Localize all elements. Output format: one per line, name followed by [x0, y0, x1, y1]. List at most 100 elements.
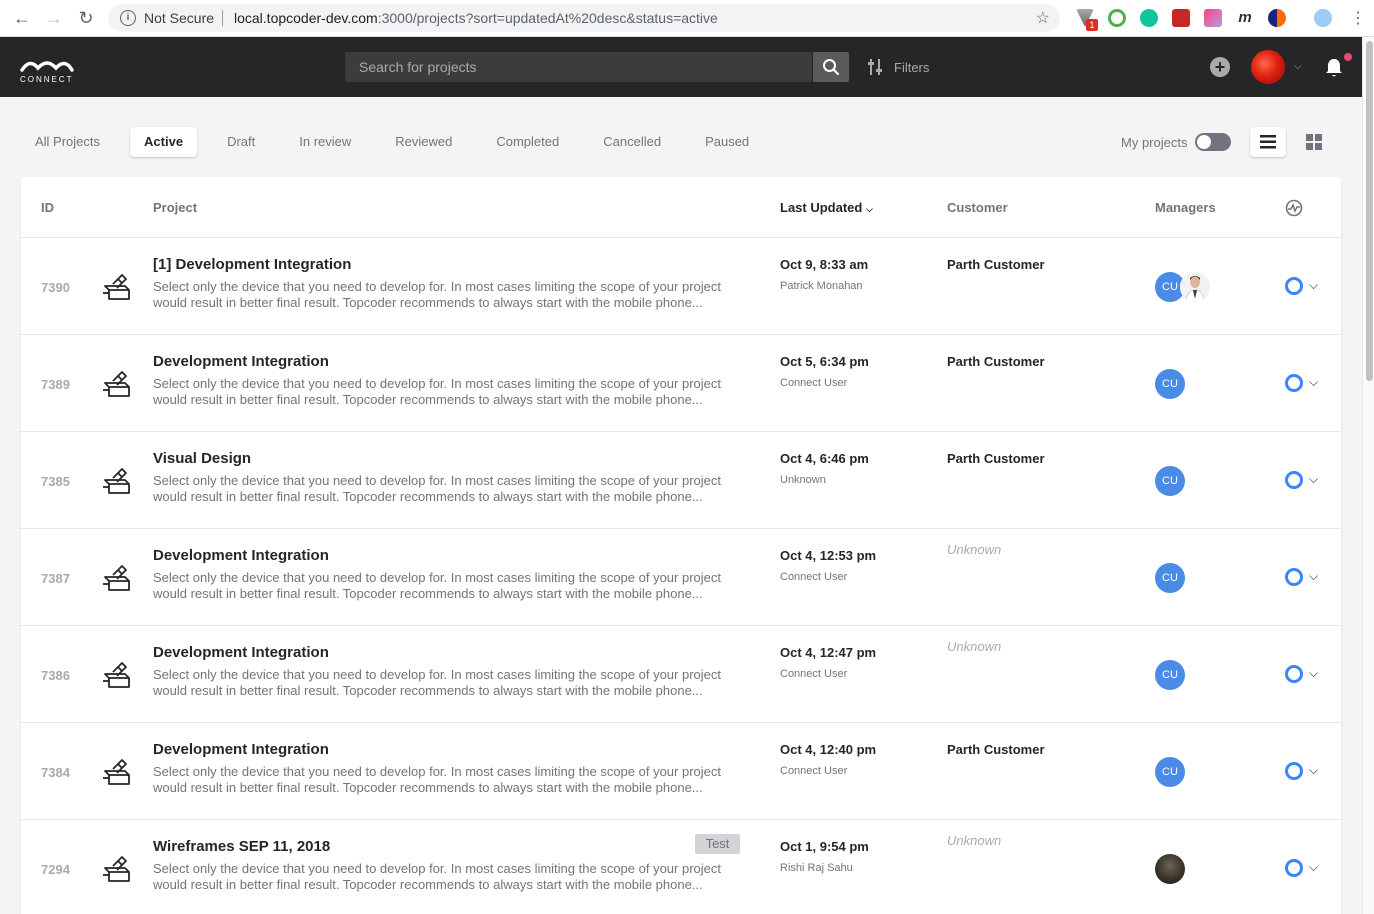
toggle-knob — [1197, 135, 1211, 149]
chevron-down-icon[interactable]: ⌵ — [1309, 666, 1318, 681]
extension-m-icon[interactable]: m — [1236, 9, 1254, 27]
project-icon — [101, 561, 133, 593]
tab-in-review[interactable]: In review — [285, 127, 365, 157]
last-updated-date: Oct 4, 6:46 pm — [780, 451, 869, 466]
status-circle-icon[interactable] — [1285, 374, 1303, 392]
scrollbar-thumb[interactable] — [1366, 41, 1373, 381]
customer-name: Parth Customer — [947, 451, 1045, 466]
list-view-icon — [1260, 135, 1276, 149]
notification-bell-icon[interactable] — [1325, 58, 1343, 78]
tab-reviewed[interactable]: Reviewed — [381, 127, 466, 157]
chevron-down-icon[interactable]: ⌵ — [1294, 61, 1302, 72]
grammarly-icon[interactable] — [1140, 9, 1158, 27]
grid-view-button[interactable] — [1300, 127, 1328, 157]
project-icon — [101, 658, 133, 690]
last-updated-date: Oct 5, 6:34 pm — [780, 354, 869, 369]
extension-circle-icon[interactable] — [1268, 9, 1286, 27]
chevron-down-icon[interactable]: ⌵ — [1309, 569, 1318, 584]
chevron-down-icon[interactable]: ⌵ — [1309, 375, 1318, 390]
chevron-down-icon[interactable]: ⌵ — [1309, 472, 1318, 487]
project-id: 7384 — [41, 765, 70, 780]
page-scrollbar[interactable] — [1362, 37, 1374, 914]
chevron-down-icon[interactable]: ⌵ — [1309, 860, 1318, 875]
search-button[interactable] — [813, 52, 849, 82]
status-circle-icon[interactable] — [1285, 277, 1303, 295]
project-title[interactable]: Development Integration — [153, 353, 329, 370]
sort-chevron-down-icon: ⌵ — [865, 204, 873, 214]
last-updated-user: Patrick Monahan — [780, 280, 863, 292]
profile-icon[interactable] — [1314, 9, 1332, 27]
tab-active[interactable]: Active — [130, 127, 198, 157]
table-row[interactable]: 7386 Development Integration Select only t… — [21, 626, 1341, 723]
manager-avatar[interactable]: CU — [1155, 563, 1185, 593]
project-icon — [101, 852, 133, 884]
user-avatar[interactable] — [1251, 50, 1285, 84]
manager-avatar[interactable]: CU — [1155, 369, 1185, 399]
chevron-down-icon[interactable]: ⌵ — [1309, 763, 1318, 778]
back-icon[interactable]: ← — [12, 8, 32, 28]
project-description: Select only the device that you need to … — [153, 376, 721, 407]
status-circle-icon[interactable] — [1285, 568, 1303, 586]
info-icon[interactable]: i — [120, 10, 136, 26]
status-column-icon[interactable] — [1285, 199, 1303, 217]
status-circle-icon[interactable] — [1285, 471, 1303, 489]
table-row[interactable]: 7384 Development Integration Select only t… — [21, 723, 1341, 820]
last-updated-user: Connect User — [780, 571, 848, 583]
menu-kebab-icon[interactable]: ⋮ — [1348, 8, 1368, 28]
table-row[interactable]: 7387 Development Integration Select only t… — [21, 529, 1341, 626]
column-header-customer[interactable]: Customer — [947, 200, 1008, 215]
project-title[interactable]: Visual Design — [153, 450, 251, 467]
extension-badge: 1 — [1086, 19, 1098, 31]
extension-pink-icon[interactable] — [1204, 9, 1222, 27]
search-field[interactable] — [345, 52, 812, 82]
project-type-icon — [103, 759, 130, 785]
project-type-icon — [103, 565, 130, 591]
table-row[interactable]: 7294 Wireframes SEP 11, 2018 Select only t… — [21, 820, 1341, 914]
new-project-plus-icon[interactable]: + — [1210, 57, 1230, 77]
column-header-id[interactable]: ID — [41, 200, 54, 215]
extension-target-icon[interactable] — [1108, 9, 1126, 27]
column-header-managers[interactable]: Managers — [1155, 200, 1216, 215]
address-bar[interactable]: i Not Secure local.topcoder-dev.com:3000… — [108, 4, 1060, 32]
project-title[interactable]: [1] Development Integration — [153, 256, 351, 273]
reload-icon[interactable]: ↻ — [76, 8, 96, 28]
project-title[interactable]: Development Integration — [153, 741, 329, 758]
last-updated-user: Connect User — [780, 377, 848, 389]
forward-icon[interactable]: → — [44, 8, 64, 28]
project-description: Select only the device that you need to … — [153, 279, 721, 310]
status-circle-icon[interactable] — [1285, 762, 1303, 780]
last-updated-date: Oct 4, 12:53 pm — [780, 548, 877, 563]
project-id: 7386 — [41, 668, 70, 683]
project-title[interactable]: Development Integration — [153, 644, 329, 661]
column-header-project[interactable]: Project — [153, 200, 197, 215]
tab-draft[interactable]: Draft — [213, 127, 269, 157]
chevron-down-icon[interactable]: ⌵ — [1309, 278, 1318, 293]
last-updated-label: Last Updated — [780, 200, 863, 215]
my-projects-toggle[interactable] — [1195, 133, 1231, 151]
project-title[interactable]: Wireframes SEP 11, 2018 — [153, 838, 330, 855]
url-text[interactable]: local.topcoder-dev.com:3000/projects?sor… — [234, 10, 718, 26]
manager-avatar-photo[interactable] — [1155, 854, 1185, 884]
table-row[interactable]: 7385 Visual Design Select only the device … — [21, 432, 1341, 529]
tab-completed[interactable]: Completed — [482, 127, 573, 157]
tab-paused[interactable]: Paused — [691, 127, 763, 157]
manager-avatar[interactable]: CU — [1155, 757, 1185, 787]
column-header-last-updated[interactable]: Last Updated ⌵ — [780, 200, 873, 215]
grid-view-icon — [1306, 134, 1322, 150]
project-type-icon — [103, 468, 130, 494]
tab-cancelled[interactable]: Cancelled — [589, 127, 675, 157]
extension-red-icon[interactable] — [1172, 9, 1190, 27]
status-circle-icon[interactable] — [1285, 859, 1303, 877]
list-view-button[interactable] — [1250, 127, 1286, 157]
manager-avatar[interactable]: CU — [1155, 466, 1185, 496]
table-row[interactable]: 7390 [1] Development Integration Select on… — [21, 238, 1341, 335]
manager-avatar[interactable]: CU — [1155, 660, 1185, 690]
filters-button[interactable]: Filters — [868, 58, 929, 76]
project-title[interactable]: Development Integration — [153, 547, 329, 564]
status-circle-icon[interactable] — [1285, 665, 1303, 683]
tab-all-projects[interactable]: All Projects — [21, 127, 114, 157]
manager-avatar-photo[interactable] — [1180, 272, 1210, 302]
bookmark-star-icon[interactable]: ☆ — [1036, 8, 1050, 28]
table-row[interactable]: 7389 Development Integration Select only t… — [21, 335, 1341, 432]
search-input[interactable] — [345, 52, 812, 82]
